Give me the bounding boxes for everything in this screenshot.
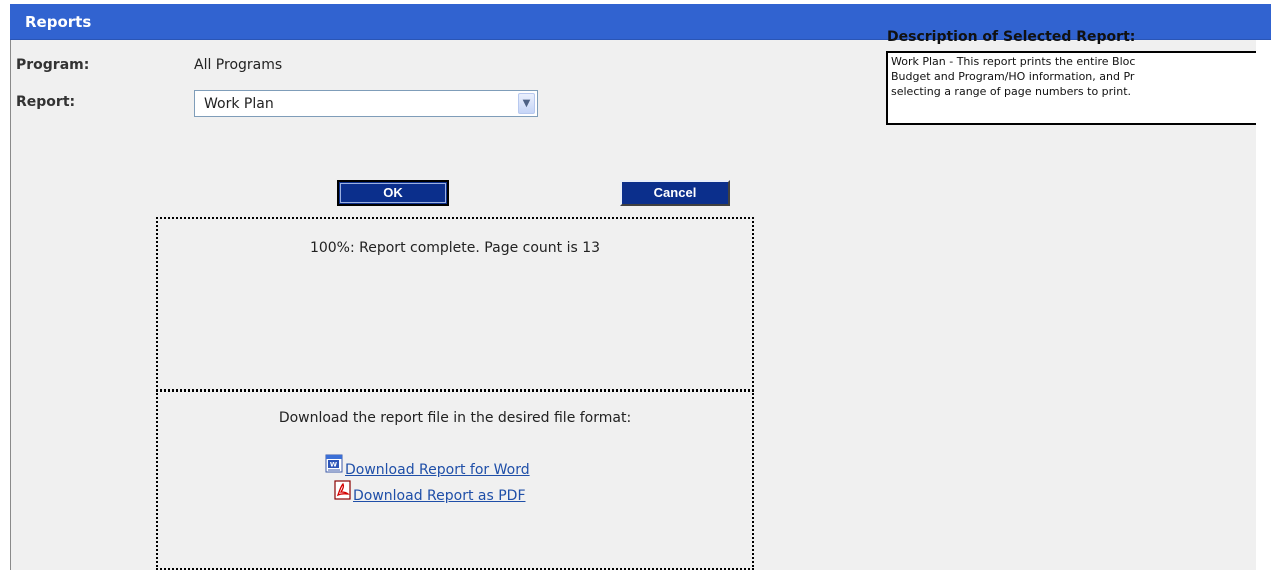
report-label: Report: (16, 94, 76, 110)
description-title: Description of Selected Report: (887, 29, 1136, 45)
pdf-icon (333, 480, 353, 504)
program-label: Program: (16, 57, 90, 73)
status-message: 100%: Report complete. Page count is 13 (309, 240, 601, 256)
download-box: Download the report file in the desired … (156, 390, 754, 570)
description-box: Work Plan - This report prints the entir… (886, 51, 1256, 125)
download-pdf-label[interactable]: Download Report as PDF (353, 488, 526, 504)
page-title: Reports (25, 13, 92, 31)
description-text: Work Plan - This report prints the entir… (891, 55, 1136, 98)
report-select[interactable]: Work Plan ▼ (194, 90, 538, 117)
download-word-label[interactable]: Download Report for Word (345, 462, 530, 478)
download-pdf-link[interactable]: Download Report as PDF (333, 480, 526, 504)
chevron-down-icon[interactable]: ▼ (518, 93, 535, 114)
program-value: All Programs (194, 57, 283, 73)
status-box: 100%: Report complete. Page count is 13 (156, 217, 754, 391)
report-select-value: Work Plan (204, 96, 274, 112)
download-word-link[interactable]: W Download Report for Word (325, 454, 530, 478)
download-prompt: Download the report file in the desired … (278, 410, 632, 426)
svg-text:W: W (330, 461, 337, 469)
cancel-button[interactable]: Cancel (620, 180, 730, 206)
ok-button[interactable]: OK (337, 180, 449, 206)
word-doc-icon: W (325, 454, 345, 478)
